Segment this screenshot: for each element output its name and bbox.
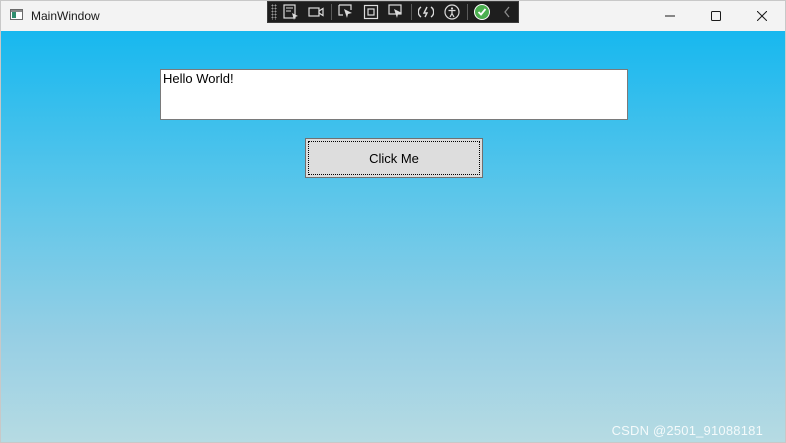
maximize-button[interactable] [693, 1, 739, 31]
app-icon [10, 9, 23, 20]
close-icon [757, 11, 767, 21]
toolbar-separator [411, 4, 413, 20]
click-me-button[interactable]: Click Me [305, 138, 483, 178]
collapse-chevron-icon[interactable] [496, 2, 518, 22]
record-icon[interactable] [305, 2, 327, 22]
watermark: CSDN @2501_91088181 [611, 423, 763, 438]
select-element-icon[interactable] [335, 2, 357, 22]
main-window: MainWindow Hello World! Click Me CSDN @2… [0, 0, 786, 443]
accessibility-icon[interactable] [441, 2, 463, 22]
close-button[interactable] [739, 1, 785, 31]
debug-toolbar [267, 1, 519, 23]
go-to-live-visual-tree-icon[interactable] [280, 2, 302, 22]
client-area: Hello World! Click Me CSDN @2501_9108818… [1, 31, 785, 442]
binding-check-icon[interactable] [471, 2, 493, 22]
toolbar-separator [330, 4, 332, 20]
title-bar[interactable]: MainWindow [1, 1, 785, 31]
track-focused-element-icon[interactable] [385, 2, 407, 22]
hot-reload-icon[interactable] [415, 2, 437, 22]
minimize-button[interactable] [647, 1, 693, 31]
toolbar-separator [466, 4, 468, 20]
click-me-button-label: Click Me [369, 150, 419, 166]
message-textbox[interactable]: Hello World! [160, 69, 628, 120]
minimize-icon [665, 15, 675, 17]
window-title: MainWindow [31, 9, 100, 23]
maximize-icon [711, 11, 721, 21]
toolbar-grip-icon[interactable] [271, 4, 277, 20]
display-layout-adorners-icon[interactable] [360, 2, 382, 22]
